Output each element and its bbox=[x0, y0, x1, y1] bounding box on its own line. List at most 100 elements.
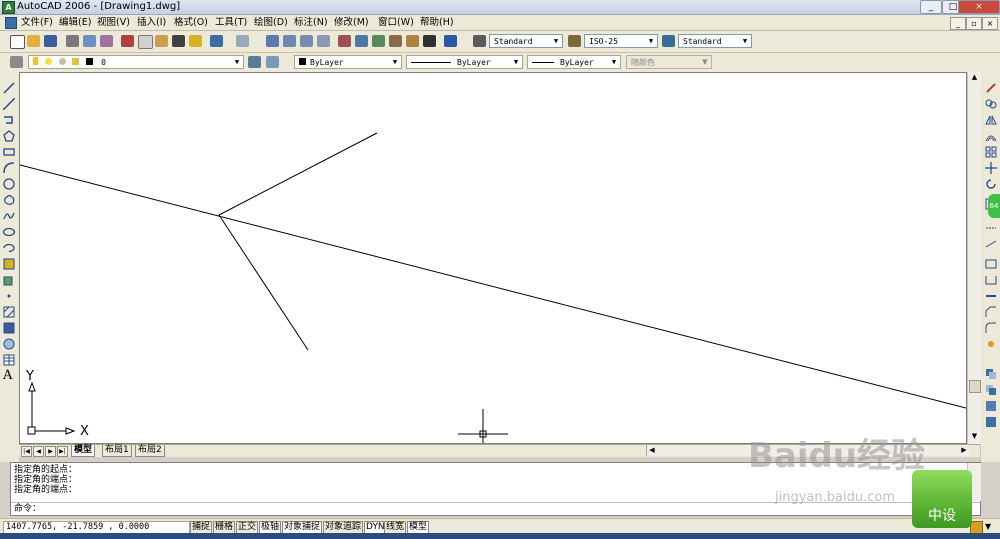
offset-icon[interactable] bbox=[985, 130, 997, 142]
design-center-icon[interactable] bbox=[355, 35, 368, 47]
ellipse-icon[interactable] bbox=[2, 226, 16, 238]
first-tab-icon[interactable]: |◀ bbox=[21, 446, 32, 457]
tab-layout2[interactable]: 布局2 bbox=[135, 445, 165, 457]
table-style-icon[interactable] bbox=[662, 35, 675, 47]
array-icon[interactable] bbox=[985, 146, 997, 158]
menu-insert[interactable]: 插入(I) bbox=[134, 15, 169, 30]
ellipse-arc-icon[interactable] bbox=[3, 242, 15, 254]
lineweight-dropdown[interactable]: ByLayer ▼ bbox=[527, 55, 621, 69]
send-to-back-icon[interactable] bbox=[985, 400, 997, 412]
polyline-icon[interactable] bbox=[3, 114, 15, 126]
scroll-down-icon[interactable]: ▼ bbox=[968, 431, 981, 442]
vertical-scrollbar[interactable]: ▲ ▼ bbox=[967, 72, 981, 444]
new-icon[interactable] bbox=[10, 35, 25, 49]
color-dropdown[interactable]: ByLayer ▼ bbox=[294, 55, 402, 69]
zoom-previous-icon[interactable] bbox=[317, 35, 330, 47]
save-icon[interactable] bbox=[44, 35, 57, 47]
doc-restore-button[interactable]: ▫ bbox=[966, 17, 982, 30]
explode-icon[interactable] bbox=[985, 338, 997, 350]
erase-icon[interactable] bbox=[985, 82, 997, 94]
menu-dimension[interactable]: 标注(N) bbox=[291, 15, 331, 30]
hatch-icon[interactable] bbox=[3, 306, 15, 318]
break-at-point-icon[interactable] bbox=[985, 274, 997, 286]
move-icon[interactable] bbox=[985, 162, 997, 174]
scroll-left-icon[interactable]: ◀ bbox=[647, 445, 657, 456]
plot-icon[interactable] bbox=[66, 35, 79, 47]
trim-icon[interactable] bbox=[985, 238, 997, 250]
gradient-icon[interactable] bbox=[3, 322, 15, 334]
tray-menu-icon[interactable]: ▼ bbox=[985, 522, 991, 531]
properties-icon[interactable] bbox=[338, 35, 351, 47]
zoom-realtime-icon[interactable] bbox=[283, 35, 296, 47]
table-style-dropdown[interactable]: Standard ▼ bbox=[678, 34, 752, 48]
copy-object-icon[interactable] bbox=[985, 98, 997, 110]
doc-close-button[interactable]: × bbox=[982, 17, 998, 30]
stretch-icon[interactable] bbox=[985, 222, 997, 234]
menu-format[interactable]: 格式(O) bbox=[171, 15, 211, 30]
menu-draw[interactable]: 绘图(D) bbox=[251, 15, 291, 30]
draw-order-icon[interactable] bbox=[985, 368, 997, 380]
rectangle-icon[interactable] bbox=[3, 146, 15, 158]
scroll-up-icon[interactable]: ▲ bbox=[968, 72, 981, 83]
menu-help[interactable]: 帮助(H) bbox=[417, 15, 457, 30]
cut-icon[interactable] bbox=[121, 35, 134, 47]
publish-icon[interactable] bbox=[100, 35, 113, 47]
line-icon[interactable] bbox=[3, 82, 15, 94]
undo-icon[interactable] bbox=[210, 35, 223, 47]
rotate-icon[interactable] bbox=[985, 178, 997, 190]
make-block-icon[interactable] bbox=[3, 274, 15, 286]
fillet-icon[interactable] bbox=[985, 322, 997, 334]
match-properties-icon[interactable] bbox=[172, 35, 185, 47]
text-style-icon[interactable] bbox=[473, 35, 486, 47]
extend-icon[interactable] bbox=[985, 258, 997, 270]
markup-icon[interactable] bbox=[406, 35, 419, 47]
layer-dropdown[interactable]: 0 ▼ bbox=[28, 55, 244, 69]
drawing-canvas[interactable]: Y X bbox=[19, 72, 967, 444]
chamfer-icon[interactable] bbox=[985, 306, 997, 318]
menu-tools[interactable]: 工具(T) bbox=[212, 15, 250, 30]
menu-view[interactable]: 视图(V) bbox=[94, 15, 133, 30]
block-editor-icon[interactable] bbox=[189, 35, 202, 47]
copy-icon[interactable] bbox=[138, 35, 153, 49]
construction-line-icon[interactable] bbox=[2, 97, 16, 111]
minimize-button[interactable]: _ bbox=[920, 0, 942, 14]
paste-icon[interactable] bbox=[155, 35, 168, 47]
help-icon[interactable] bbox=[444, 35, 457, 47]
menu-window[interactable]: 窗口(W) bbox=[375, 15, 417, 30]
redo-icon[interactable] bbox=[236, 35, 249, 47]
zoom-window-icon[interactable] bbox=[300, 35, 313, 47]
make-current-layer-icon[interactable] bbox=[248, 56, 261, 68]
sheet-set-icon[interactable] bbox=[389, 35, 402, 47]
tab-layout1[interactable]: 布局1 bbox=[102, 445, 132, 457]
circle-icon[interactable] bbox=[3, 178, 15, 190]
join-icon[interactable] bbox=[985, 290, 997, 302]
menu-edit[interactable]: 编辑(E) bbox=[56, 15, 94, 30]
point-icon[interactable] bbox=[3, 290, 15, 302]
floating-side-tab[interactable]: 64 bbox=[988, 194, 1000, 218]
mirror-icon[interactable] bbox=[985, 114, 997, 126]
scroll-right-icon[interactable]: ▶ bbox=[959, 445, 969, 456]
menu-file[interactable]: 文件(F) bbox=[18, 15, 56, 30]
table-icon[interactable] bbox=[3, 354, 15, 366]
bring-above-icon[interactable] bbox=[985, 416, 997, 428]
bring-to-front-icon[interactable] bbox=[985, 384, 997, 396]
open-icon[interactable] bbox=[27, 35, 40, 47]
scroll-thumb[interactable] bbox=[969, 380, 981, 393]
layer-previous-icon[interactable] bbox=[266, 56, 279, 68]
tab-model[interactable]: 模型 bbox=[71, 445, 96, 457]
linetype-dropdown[interactable]: ByLayer ▼ bbox=[406, 55, 523, 69]
insert-block-icon[interactable] bbox=[3, 258, 15, 270]
prev-tab-icon[interactable]: ◀ bbox=[33, 446, 44, 457]
pan-icon[interactable] bbox=[266, 35, 279, 47]
dim-style-icon[interactable] bbox=[568, 35, 581, 47]
layer-manager-icon[interactable] bbox=[10, 56, 23, 68]
doc-minimize-button[interactable]: _ bbox=[950, 17, 966, 30]
spline-icon[interactable] bbox=[3, 210, 15, 222]
polygon-icon[interactable] bbox=[3, 130, 15, 142]
text-style-dropdown[interactable]: Standard ▼ bbox=[489, 34, 563, 48]
multiline-text-icon[interactable]: A bbox=[3, 369, 15, 382]
calculator-icon[interactable] bbox=[423, 35, 436, 47]
last-tab-icon[interactable]: ▶| bbox=[57, 446, 68, 457]
revision-cloud-icon[interactable] bbox=[3, 194, 15, 206]
menu-modify[interactable]: 修改(M) bbox=[331, 15, 372, 30]
